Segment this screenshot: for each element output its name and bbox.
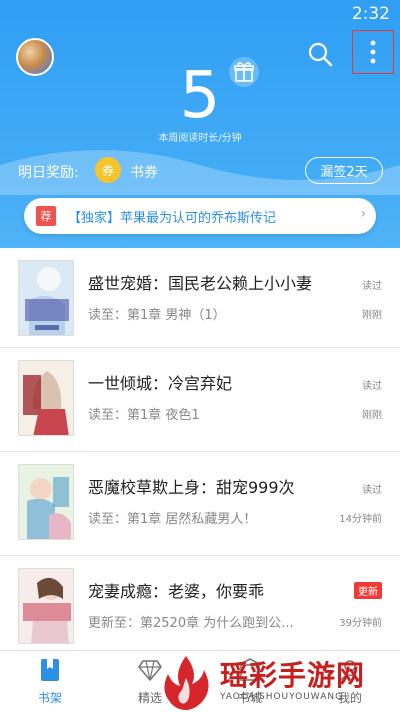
book-status: 读过 xyxy=(362,381,382,392)
nav-label: 我的 xyxy=(337,691,362,705)
coupon-text: 书券 xyxy=(130,165,158,181)
update-badge: 更新 xyxy=(354,582,382,599)
book-time: 刚刚 xyxy=(362,310,382,321)
search-icon[interactable] xyxy=(306,40,334,68)
recommend-tag: 荐 xyxy=(36,206,56,226)
book-progress: 读至：第1章 夜色1 xyxy=(88,408,200,423)
book-cover xyxy=(18,260,74,336)
store-icon xyxy=(238,658,262,681)
book-title: 宠妻成瘾：老婆，你要乖 xyxy=(88,582,265,601)
book-item[interactable]: 一世倾城：冷宫弃妃 读至：第1章 夜色1 读过 刚刚 xyxy=(0,348,400,452)
bookshelf-list: 盛世宠婚：国民老公赖上小小妻 读至：第1章 男神（1） 读过 刚刚 一世倾城：冷… xyxy=(0,248,400,660)
book-status: 读过 xyxy=(362,281,382,292)
more-vertical-icon xyxy=(370,40,376,64)
more-menu-button[interactable] xyxy=(352,30,394,74)
nav-store[interactable]: 书城 xyxy=(200,651,300,712)
book-item[interactable]: 盛世宠婚：国民老公赖上小小妻 读至：第1章 男神（1） 读过 刚刚 xyxy=(0,248,400,348)
nav-bookshelf[interactable]: 书架 xyxy=(0,651,100,712)
missed-signin-button[interactable]: 漏签2天 xyxy=(305,157,383,184)
avatar[interactable] xyxy=(16,38,54,76)
book-time: 14分钟前 xyxy=(339,514,382,525)
book-progress: 读至：第1章 男神（1） xyxy=(88,308,226,323)
book-time: 刚刚 xyxy=(362,410,382,421)
nav-profile[interactable]: 我的 xyxy=(300,651,400,712)
chevron-right-icon: › xyxy=(360,206,366,222)
coupon-icon: 券 xyxy=(95,157,121,183)
book-cover xyxy=(18,360,74,436)
weekly-reading-caption: 本周阅读时长/分钟 xyxy=(158,133,242,144)
book-title: 恶魔校草欺上身：甜宠999次 xyxy=(88,478,295,497)
status-bar: 2:32 xyxy=(0,0,400,30)
book-title: 盛世宠婚：国民老公赖上小小妻 xyxy=(88,274,313,293)
book-progress: 读至：第1章 居然私藏男人！ xyxy=(88,512,257,527)
nav-featured[interactable]: 精选 xyxy=(100,651,200,712)
book-cover xyxy=(18,464,74,540)
book-progress: 更新至：第2520章 为什么跑到公... xyxy=(88,616,294,631)
tomorrow-reward-label: 明日奖励: xyxy=(18,165,79,181)
gift-icon[interactable] xyxy=(228,56,260,88)
book-status: 读过 xyxy=(362,485,382,496)
bottom-navigation: 书架 精选 书城 我的 xyxy=(0,650,400,712)
book-time: 39分钟前 xyxy=(339,618,382,629)
status-time: 2:32 xyxy=(351,4,390,24)
diamond-icon xyxy=(138,660,162,681)
banner-text: 【独家】苹果最为认可的乔布斯传记 xyxy=(68,211,277,226)
bookshelf-icon xyxy=(41,659,59,681)
nav-label: 书架 xyxy=(37,691,62,705)
recommendation-banner[interactable]: 荐 【独家】苹果最为认可的乔布斯传记 › xyxy=(24,198,376,234)
nav-label: 书城 xyxy=(237,691,262,705)
book-item[interactable]: 宠妻成瘾：老婆，你要乖 更新至：第2520章 为什么跑到公... 更新 39分钟… xyxy=(0,556,400,660)
profile-icon xyxy=(339,660,361,682)
book-item[interactable]: 恶魔校草欺上身：甜宠999次 读至：第1章 居然私藏男人！ 读过 14分钟前 xyxy=(0,452,400,556)
book-title: 一世倾城：冷宫弃妃 xyxy=(88,374,233,393)
book-cover xyxy=(18,568,74,644)
nav-label: 精选 xyxy=(137,691,162,705)
